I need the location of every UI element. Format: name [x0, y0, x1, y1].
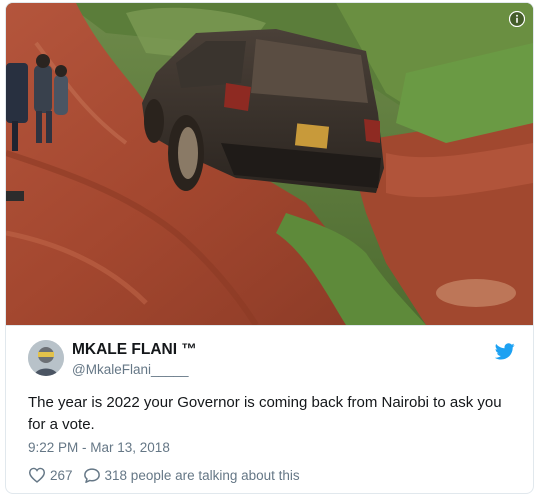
muddy-road-suv-photo — [6, 3, 533, 325]
info-icon[interactable] — [509, 11, 525, 27]
tweet-photo[interactable] — [6, 3, 533, 325]
tweet-text: The year is 2022 your Governor is coming… — [28, 394, 502, 433]
conversation-count: 318 people are talking about this — [104, 467, 300, 483]
tweet-timestamp[interactable]: 9:22 PM - Mar 13, 2018 — [28, 440, 170, 455]
avatar-image — [28, 340, 64, 376]
user-handle[interactable]: @MkaleFlani_____ — [72, 362, 189, 377]
conversation-link[interactable]: 318 people are talking about this — [83, 467, 300, 484]
speech-bubble-icon — [83, 467, 100, 483]
twitter-bird-icon[interactable] — [495, 343, 515, 360]
tweet-stats: 267 318 people are talking about this — [28, 466, 300, 484]
tweet-body: MKALE FLANI ™ @MkaleFlani_____ The year … — [6, 325, 533, 493]
like-button[interactable]: 267 — [28, 467, 73, 483]
tweet-card[interactable]: MKALE FLANI ™ @MkaleFlani_____ The year … — [5, 2, 534, 494]
like-count: 267 — [50, 467, 73, 483]
heart-icon — [28, 467, 46, 483]
display-name[interactable]: MKALE FLANI ™ — [72, 341, 197, 359]
avatar[interactable] — [28, 340, 64, 376]
